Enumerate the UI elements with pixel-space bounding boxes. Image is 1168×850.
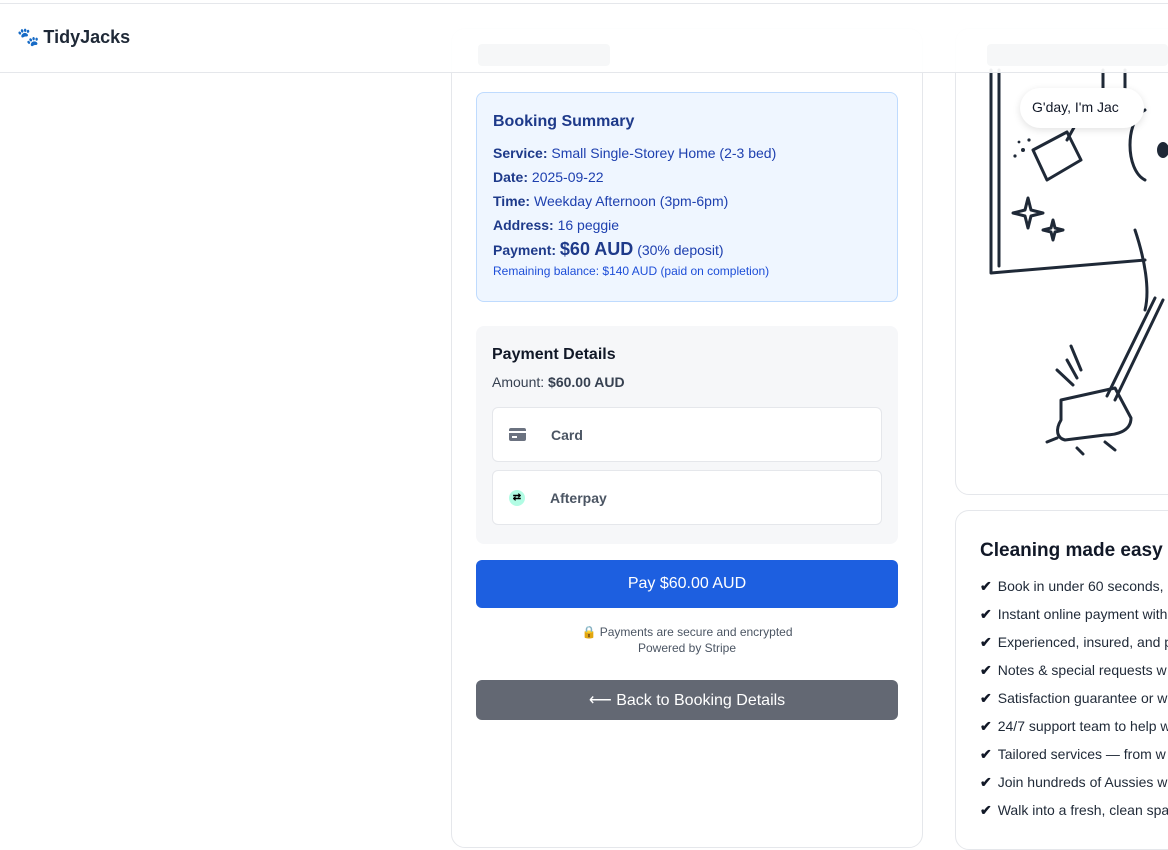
credit-card-icon	[509, 428, 526, 441]
payment-details: Payment Details Amount: $60.00 AUD Card …	[476, 326, 898, 544]
booking-summary: Booking Summary Service: Small Single-St…	[476, 92, 898, 302]
security-note: 🔒 Payments are secure and encrypted Powe…	[476, 624, 898, 656]
summary-title: Booking Summary	[493, 113, 635, 130]
check-icon: ✔	[980, 634, 992, 650]
feature-item: ✔ Tailored services — from w	[980, 746, 1166, 762]
features-title: Cleaning made easy	[980, 540, 1163, 561]
features-list: ✔ Book in under 60 seconds, ✔ Instant onli…	[980, 572, 1168, 824]
summary-date: Date: 2025-09-22	[493, 169, 604, 185]
powered-by: Powered by Stripe	[637, 641, 737, 655]
feature-item: ✔ Notes & special requests w	[980, 662, 1167, 678]
payment-title: Payment Details	[492, 346, 616, 363]
payment-amount: Amount: $60.00 AUD	[492, 374, 625, 390]
feature-item: ✔ 24/7 support team to help w	[980, 718, 1168, 734]
payment-method-card[interactable]: Card	[492, 407, 882, 462]
mascot-heading-placeholder	[987, 44, 1168, 66]
pay-button[interactable]: Pay $60.00 AUD	[476, 560, 898, 608]
feature-item: ✔ Instant online payment with	[980, 606, 1168, 622]
summary-service: Service: Small Single-Storey Home (2-3 b…	[493, 145, 777, 161]
check-icon: ✔	[980, 606, 992, 622]
summary-time: Time: Weekday Afternoon (3pm-6pm)	[493, 193, 729, 209]
summary-address: Address: 16 peggie	[493, 217, 620, 233]
payment-method-label: Card	[551, 426, 583, 443]
payment-method-afterpay[interactable]: ⇄ Afterpay	[492, 470, 882, 525]
back-to-booking-button[interactable]: ⟵ Back to Booking Details	[476, 680, 898, 720]
afterpay-icon: ⇄	[509, 489, 525, 506]
feature-item: ✔ Satisfaction guarantee or w	[980, 690, 1168, 706]
check-icon: ✔	[980, 802, 992, 818]
check-icon: ✔	[980, 578, 992, 594]
feature-item: ✔ Experienced, insured, and p	[980, 634, 1168, 650]
remaining-balance: Remaining balance: $140 AUD (paid on com…	[493, 264, 770, 278]
mascot-speech-bubble: G'day, I'm Jac	[1020, 88, 1144, 128]
check-icon: ✔	[980, 746, 992, 762]
brand-logo[interactable]: 🐾 TidyJacks	[17, 27, 130, 48]
lock-icon: 🔒	[581, 625, 597, 639]
payment-method-label: Afterpay	[550, 489, 607, 506]
feature-item: ✔ Join hundreds of Aussies w	[980, 774, 1168, 790]
check-icon: ✔	[980, 774, 992, 790]
check-icon: ✔	[980, 662, 992, 678]
check-icon: ✔	[980, 690, 992, 706]
checkout-heading-placeholder	[478, 44, 610, 66]
feature-item: ✔ Book in under 60 seconds,	[980, 578, 1164, 594]
brand-name: TidyJacks	[43, 27, 131, 47]
feature-item: ✔ Walk into a fresh, clean spa	[980, 802, 1168, 818]
secure-text: Payments are secure and encrypted	[599, 625, 793, 639]
paw-prints-icon: 🐾	[17, 27, 40, 47]
summary-payment: Payment: $60 AUD (30% deposit)	[493, 239, 724, 259]
check-icon: ✔	[980, 718, 992, 734]
